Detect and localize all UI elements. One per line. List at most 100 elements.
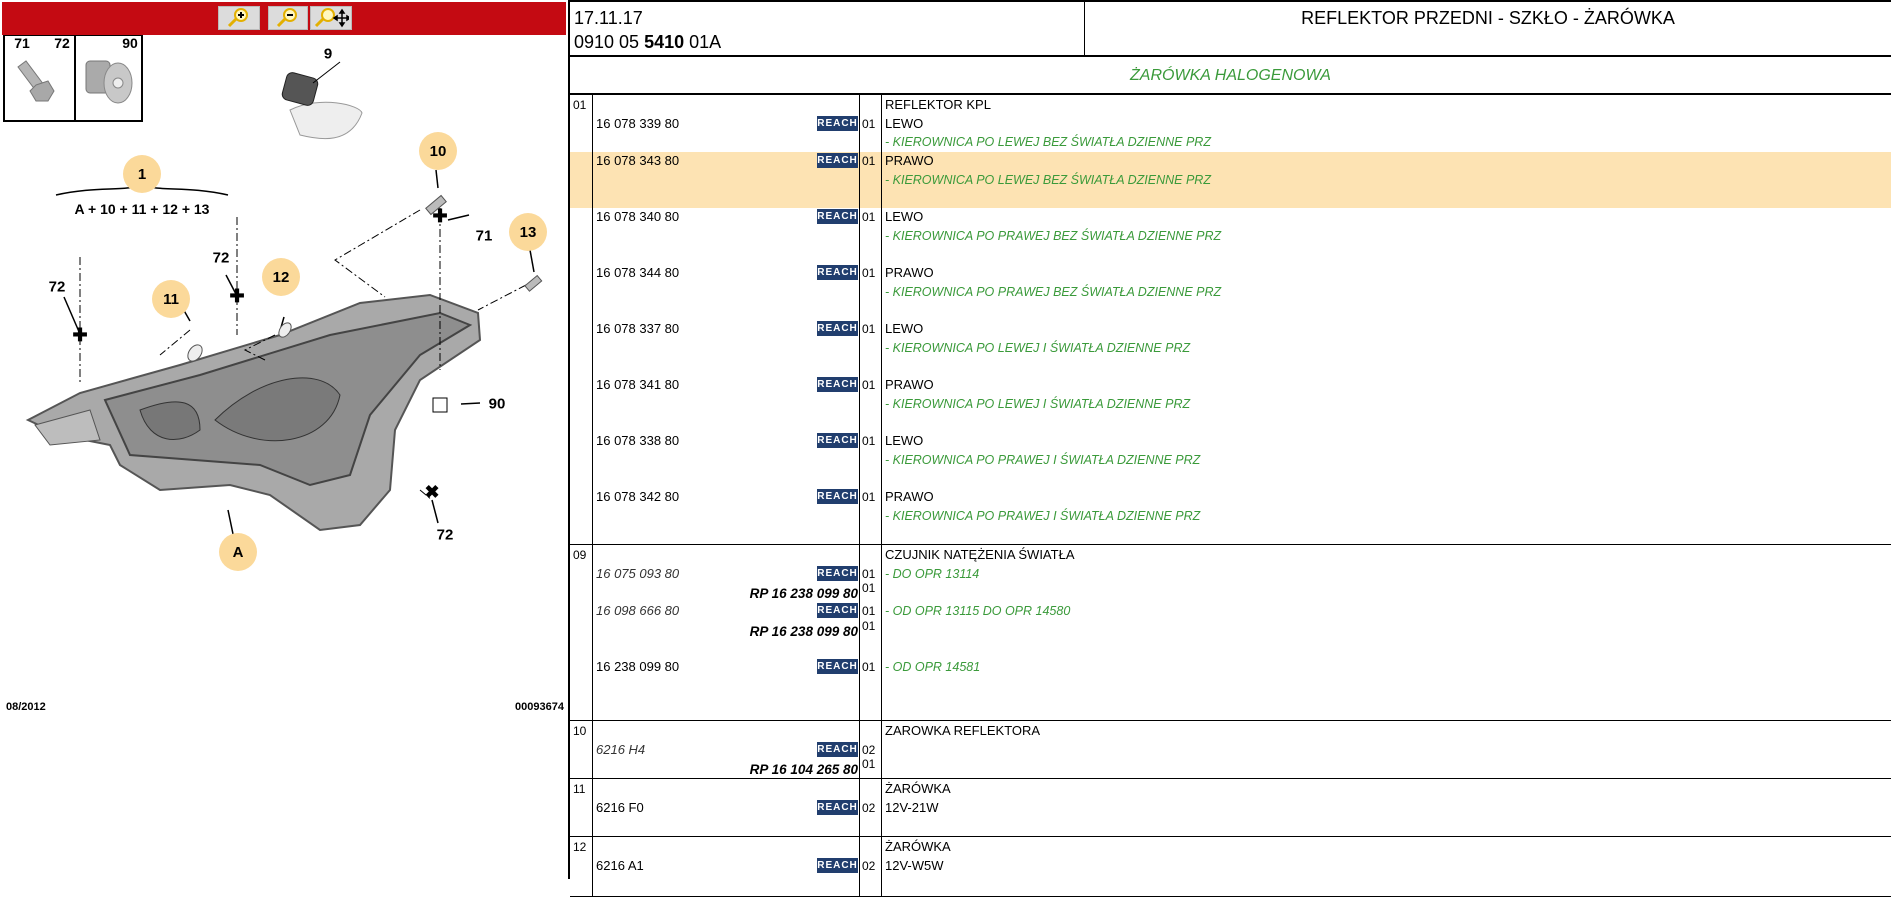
quantity: 01 bbox=[862, 434, 876, 449]
part-number[interactable]: 16 078 337 80 bbox=[596, 320, 679, 339]
table-row-detail bbox=[570, 470, 1891, 489]
label-71[interactable]: 71 bbox=[476, 228, 493, 245]
column-divider bbox=[859, 545, 860, 720]
table-row-detail bbox=[570, 414, 1891, 433]
table-row[interactable]: 16 078 337 80 REACH 01 LEWO bbox=[570, 320, 1891, 339]
table-row-detail bbox=[570, 696, 1891, 715]
table-row-detail bbox=[570, 302, 1891, 321]
reach-badge: REACH bbox=[817, 565, 858, 581]
part-number[interactable]: 6216 F0 bbox=[596, 799, 644, 818]
nut-icon bbox=[85, 60, 133, 104]
column-divider bbox=[592, 837, 593, 896]
part-number[interactable]: 6216 H4 bbox=[596, 741, 645, 760]
zoom-in-button[interactable] bbox=[218, 6, 260, 30]
column-divider bbox=[881, 779, 882, 836]
part-number[interactable]: 16 078 342 80 bbox=[596, 488, 679, 507]
table-row[interactable]: 6216 H4 REACH 02 bbox=[570, 741, 1891, 760]
replacement-part-number[interactable]: RP 16 104 265 80 bbox=[750, 761, 858, 780]
table-row[interactable]: 16 098 666 80 REACH 01- OD OPR 13115 DO OP… bbox=[570, 602, 1891, 621]
part-note: - OD OPR 14581 bbox=[885, 660, 981, 675]
table-row-detail bbox=[570, 817, 1891, 836]
part-note: - OD OPR 13115 DO OPR 14580 bbox=[885, 604, 1071, 619]
part-number[interactable]: 16 078 343 80 bbox=[596, 152, 679, 171]
table-row[interactable]: 6216 A1 REACH 02 12V-W5W bbox=[570, 857, 1891, 876]
reach-badge: REACH bbox=[817, 153, 858, 169]
part-description: CZUJNIK NATĘŻENIA ŚWIATŁA bbox=[885, 547, 1075, 562]
label-90[interactable]: 90 bbox=[489, 396, 506, 413]
part-description: PRAWO bbox=[885, 153, 934, 169]
table-row[interactable]: 16 075 093 80 REACH 01- DO OPR 13114 bbox=[570, 565, 1891, 584]
table-row[interactable]: 16 078 338 80 REACH 01 LEWO bbox=[570, 432, 1891, 451]
reach-badge: REACH bbox=[817, 209, 858, 225]
callout-13[interactable]: 13 bbox=[509, 213, 547, 251]
part-number[interactable]: 16 078 339 80 bbox=[596, 115, 679, 134]
callout-1[interactable]: 1 bbox=[123, 155, 161, 193]
zoom-out-button[interactable] bbox=[268, 6, 308, 30]
table-row-detail: RP 16 238 099 80 01 bbox=[570, 619, 1891, 640]
table-row[interactable]: 16 078 344 80 REACH 01 PRAWO bbox=[570, 264, 1891, 283]
part-description: LEWO bbox=[885, 433, 924, 449]
part-number[interactable]: 16 238 099 80 bbox=[596, 658, 679, 677]
table-row[interactable]: 16 078 340 80 REACH 01 LEWO bbox=[570, 208, 1891, 227]
part-number[interactable]: 6216 A1 bbox=[596, 857, 644, 876]
part-number[interactable]: 16 078 338 80 bbox=[596, 432, 679, 451]
table-row-detail: REFLEKTOR KPL bbox=[570, 96, 1891, 115]
table-row-detail: RP 16 238 099 80 01 bbox=[570, 581, 1891, 602]
label-72[interactable]: 72 bbox=[213, 250, 230, 267]
reach-badge: REACH bbox=[817, 115, 858, 131]
table-row-detail: - KIEROWNICA PO PRAWEJ BEZ ŚWIATŁA DZIEN… bbox=[570, 227, 1891, 246]
callout-10[interactable]: 10 bbox=[419, 132, 457, 170]
table-row-detail: ŻARÓWKA bbox=[570, 780, 1891, 799]
part-number[interactable]: 16 075 093 80 bbox=[596, 565, 679, 584]
zoom-toolbar bbox=[2, 2, 566, 35]
part-note: - KIEROWNICA PO LEWEJ I ŚWIATŁA DZIENNE … bbox=[885, 397, 1191, 411]
column-divider bbox=[592, 545, 593, 720]
diagram-ref: 00093674 bbox=[515, 701, 564, 713]
table-row[interactable]: 16 078 343 80 REACH 01 PRAWO bbox=[570, 152, 1891, 171]
table-row-detail bbox=[570, 526, 1891, 545]
part-number[interactable]: 16 078 344 80 bbox=[596, 264, 679, 283]
reach-badge: REACH bbox=[817, 857, 858, 873]
table-row-detail: - KIEROWNICA PO LEWEJ BEZ ŚWIATŁA DZIENN… bbox=[570, 133, 1891, 152]
part-description: ZAROWKA REFLEKTORA bbox=[885, 723, 1041, 738]
table-row[interactable]: 16 238 099 80 REACH 01 - OD OPR 14581 bbox=[570, 658, 1891, 677]
part-note: - KIEROWNICA PO PRAWEJ I ŚWIATŁA DZIENNE… bbox=[885, 453, 1201, 468]
label-72[interactable]: 72 bbox=[49, 279, 66, 296]
reach-badge: REACH bbox=[817, 741, 858, 757]
table-row-detail bbox=[570, 677, 1891, 696]
part-group-01: 01 REFLEKTOR KPL 16 078 339 80 REACH 01 LEWO -… bbox=[570, 95, 1891, 545]
part-description: LEWO bbox=[885, 321, 924, 337]
quantity: 01 bbox=[862, 378, 876, 393]
callout-9[interactable]: 9 bbox=[324, 46, 332, 63]
table-row[interactable]: 16 078 339 80 REACH 01 LEWO bbox=[570, 115, 1891, 134]
assembly-formula: A + 10 + 11 + 12 + 13 bbox=[74, 201, 210, 217]
quantity: 02 bbox=[862, 800, 876, 815]
quantity: 01 bbox=[862, 154, 876, 169]
part-note: - KIEROWNICA PO LEWEJ I ŚWIATŁA DZIENNE … bbox=[885, 340, 1191, 355]
table-row-detail bbox=[570, 246, 1891, 265]
parts-table: 01 REFLEKTOR KPL 16 078 339 80 REACH 01 LEWO -… bbox=[570, 95, 1891, 897]
column-divider bbox=[592, 779, 593, 836]
part-number[interactable]: 16 078 341 80 bbox=[596, 376, 679, 395]
part-description: LEWO bbox=[885, 209, 924, 225]
reach-badge: REACH bbox=[817, 433, 858, 449]
part-number[interactable]: 16 078 340 80 bbox=[596, 208, 679, 227]
quantity: 01 bbox=[862, 660, 876, 675]
callout-A[interactable]: A bbox=[219, 533, 257, 571]
quantity: 01 bbox=[862, 581, 876, 596]
column-divider bbox=[881, 837, 882, 896]
label-72[interactable]: 72 bbox=[437, 527, 454, 544]
part-group-10: 10 ZAROWKA REFLEKTORA 6216 H4 REACH 02 RP 16 … bbox=[570, 721, 1891, 779]
part-number[interactable]: 16 098 666 80 bbox=[596, 602, 679, 621]
table-row-detail bbox=[570, 639, 1891, 658]
zoom-pan-button[interactable] bbox=[310, 6, 352, 30]
callout-11[interactable]: 11 bbox=[152, 280, 190, 318]
table-row-detail: ZAROWKA REFLEKTORA bbox=[570, 722, 1891, 741]
quantity: 01 bbox=[862, 757, 876, 772]
table-row[interactable]: 16 078 341 80 REACH 01 PRAWO bbox=[570, 376, 1891, 395]
table-row-detail: - KIEROWNICA PO LEWEJ BEZ ŚWIATŁA DZIENN… bbox=[570, 170, 1891, 190]
quantity: 01 bbox=[862, 266, 876, 281]
table-row[interactable]: 16 078 342 80 REACH 01 PRAWO bbox=[570, 488, 1891, 507]
callout-12[interactable]: 12 bbox=[262, 258, 300, 296]
table-row[interactable]: 6216 F0 REACH 02 12V-21W bbox=[570, 799, 1891, 818]
